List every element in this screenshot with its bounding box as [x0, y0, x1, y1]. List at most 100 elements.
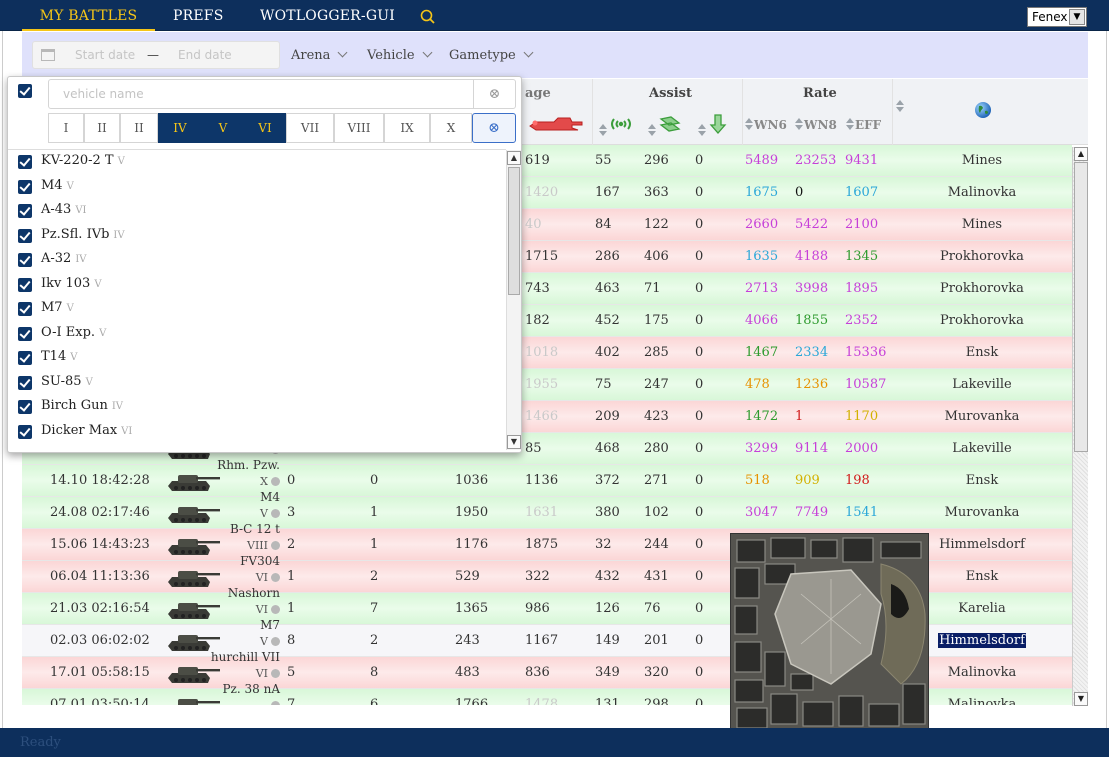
- tier-button[interactable]: X: [430, 113, 472, 143]
- vehicle-checkbox[interactable]: [18, 326, 32, 341]
- map-name-text[interactable]: Murovanka: [945, 505, 1020, 520]
- clear-tiers-icon[interactable]: ⊗: [472, 113, 516, 143]
- map-name-text[interactable]: Prokhorovka: [940, 313, 1024, 328]
- vehicle-checkbox[interactable]: [18, 351, 32, 365]
- vehicle-checkbox[interactable]: [18, 228, 32, 243]
- spot-assist-icon[interactable]: [698, 113, 731, 139]
- map-name-text[interactable]: Prokhorovka: [940, 281, 1024, 296]
- vehicle-search-input[interactable]: vehicle name: [48, 79, 474, 109]
- map-name-text[interactable]: Malinovka: [948, 697, 1017, 705]
- vehicle-name-text: T14: [41, 349, 67, 364]
- map-name-text[interactable]: Ensk: [966, 473, 998, 488]
- select-all-checkbox[interactable]: [18, 84, 32, 98]
- vehicle-list-item[interactable]: Ikv 103 V: [8, 273, 506, 297]
- map-name-text[interactable]: Malinovka: [948, 185, 1017, 200]
- tab-wotlogger-gui[interactable]: WOTLOGGER-GUI: [260, 0, 395, 31]
- vehicle-list-item[interactable]: O-I Exp. V: [8, 322, 506, 346]
- wn6-header[interactable]: WN6: [745, 117, 787, 132]
- vehicle-list-item[interactable]: Birch Gun IV: [8, 395, 506, 419]
- damage-tank-icon[interactable]: [528, 113, 584, 139]
- map-name-text[interactable]: Prokhorovka: [940, 249, 1024, 264]
- assist-track: 280: [644, 441, 669, 456]
- tab-my-battles[interactable]: MY BATTLES: [22, 0, 155, 31]
- assist-spot: 0: [695, 185, 704, 200]
- scroll-thumb[interactable]: [508, 167, 520, 295]
- map-name-text[interactable]: Karelia: [958, 601, 1005, 616]
- tier-button[interactable]: V: [202, 113, 244, 143]
- map-name-text[interactable]: Lakeville: [952, 441, 1011, 456]
- sort-icon[interactable]: [896, 99, 905, 115]
- map-name-text[interactable]: Lakeville: [952, 377, 1011, 392]
- scroll-thumb[interactable]: [1074, 162, 1088, 452]
- tier-button[interactable]: II: [84, 113, 120, 143]
- map-name-text[interactable]: Mines: [962, 153, 1002, 168]
- vehicle-list-item[interactable]: A-32 IV: [8, 248, 506, 272]
- scroll-up-icon[interactable]: ▲: [507, 151, 521, 165]
- end-date-input[interactable]: End date: [178, 42, 232, 69]
- sort-icon: [745, 118, 753, 130]
- vehicle-checkbox[interactable]: [18, 400, 32, 414]
- arena-filter-label: Arena: [291, 48, 331, 63]
- map-name-text[interactable]: Ensk: [966, 569, 998, 584]
- vehicle-checkbox[interactable]: [18, 424, 32, 439]
- scroll-down-icon[interactable]: ▼: [507, 435, 521, 449]
- damage-header[interactable]: age: [525, 86, 551, 101]
- track-assist-icon[interactable]: [648, 113, 683, 139]
- globe-icon[interactable]: [974, 101, 992, 123]
- map-name-text[interactable]: Mines: [962, 217, 1002, 232]
- tab-prefs[interactable]: PREFS: [173, 0, 224, 31]
- vehicle-list-item[interactable]: Pz.Sfl. IVb IV: [8, 224, 506, 248]
- vehicle-checkbox[interactable]: [18, 302, 32, 316]
- vehicle-list-item[interactable]: Dicker Max VI: [8, 420, 506, 444]
- map-name-text[interactable]: Ensk: [966, 345, 998, 360]
- search-icon[interactable]: [420, 6, 436, 24]
- tier-button[interactable]: VIII: [334, 113, 384, 143]
- vehicle-list-item[interactable]: A-43 VI: [8, 199, 506, 223]
- map-name-text[interactable]: Murovanka: [945, 409, 1020, 424]
- user-select[interactable]: Fenex ▼: [1027, 7, 1087, 27]
- arena-filter[interactable]: Arena: [291, 47, 348, 63]
- tier-button[interactable]: IX: [384, 113, 430, 143]
- wn8-header[interactable]: WN8: [795, 117, 837, 132]
- eff-value: 15336: [845, 345, 887, 360]
- scroll-up-icon[interactable]: ▲: [1074, 147, 1088, 161]
- chevron-down-icon[interactable]: ▼: [1069, 9, 1085, 25]
- map-name-text[interactable]: Malinovka: [948, 665, 1017, 680]
- vehicle-list-item[interactable]: M4 V: [8, 175, 506, 199]
- vehicle-list-item[interactable]: KV-220-2 TV: [8, 150, 506, 174]
- gametype-filter[interactable]: Gametype: [449, 47, 534, 63]
- tier-button[interactable]: II: [120, 113, 158, 143]
- vehicle-filter[interactable]: Vehicle: [367, 47, 433, 63]
- assist-track: 175: [644, 313, 669, 328]
- map-name-text[interactable]: Himmelsdorf: [938, 633, 1026, 648]
- table-scrollbar[interactable]: ▲ ▼: [1072, 147, 1088, 706]
- tier-button[interactable]: VI: [244, 113, 286, 143]
- vehicle-tier: IV: [111, 401, 124, 412]
- table-row[interactable]: 14.10 18:42:28 Rhm. Pzw. X 0 0 1036 1136 372 271…: [22, 458, 1072, 497]
- clear-search-icon[interactable]: ⊗: [474, 79, 516, 109]
- frags: 7: [287, 697, 296, 705]
- scroll-down-icon[interactable]: ▼: [1074, 692, 1088, 706]
- vehicle-list-item[interactable]: SU-85 V: [8, 371, 506, 395]
- map-name-text[interactable]: Himmelsdorf: [939, 537, 1025, 552]
- vehicle-list-item[interactable]: T14 V: [8, 346, 506, 370]
- table-row[interactable]: 24.08 02:17:46 M4 V 3 1 1950 1631 380 102 0 3047 77…: [22, 490, 1072, 529]
- vehicle-checkbox[interactable]: [18, 253, 32, 267]
- vehicle-list-item[interactable]: M7 V: [8, 297, 506, 321]
- vehicle-checkbox[interactable]: [18, 179, 32, 194]
- date-range-input[interactable]: Start date — End date: [32, 41, 280, 69]
- tier-button[interactable]: VII: [286, 113, 334, 143]
- tank-name: Nashorn: [227, 586, 280, 600]
- eff-header[interactable]: EFF: [846, 117, 881, 132]
- vehicle-checkbox[interactable]: [18, 204, 32, 218]
- vehicle-checkbox[interactable]: [18, 155, 32, 169]
- radio-assist-icon[interactable]: [599, 113, 634, 139]
- vehicle-list-scrollbar[interactable]: ▲ ▼: [506, 150, 521, 450]
- vehicle-tier: V: [117, 156, 125, 167]
- tier-button[interactable]: I: [48, 113, 84, 143]
- vehicle-checkbox[interactable]: [18, 375, 32, 390]
- tier-button[interactable]: IV: [158, 113, 202, 143]
- vehicle-checkbox[interactable]: [18, 277, 32, 292]
- start-date-input[interactable]: Start date: [75, 42, 135, 69]
- assist-radio: 452: [595, 313, 620, 328]
